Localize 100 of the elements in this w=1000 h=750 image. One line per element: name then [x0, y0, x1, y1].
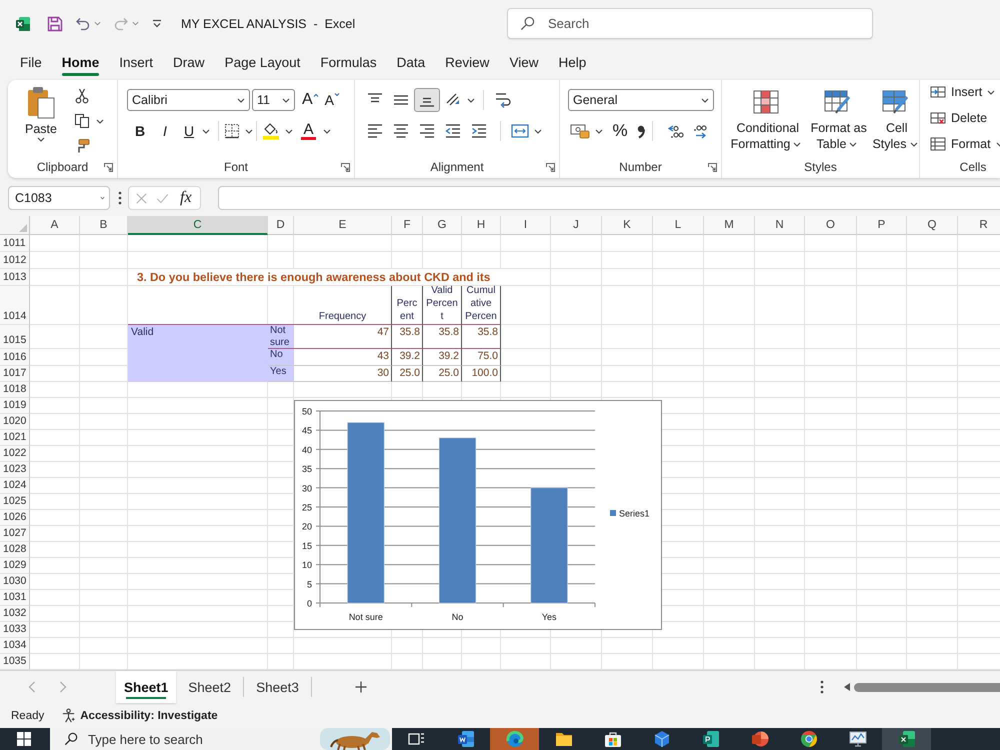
- row-header[interactable]: 1014: [0, 286, 30, 325]
- menu-tab[interactable]: Help: [548, 47, 596, 78]
- underline-button[interactable]: U: [177, 120, 215, 142]
- column-header[interactable]: J: [551, 216, 602, 235]
- menu-tab[interactable]: Review: [435, 47, 500, 78]
- start-icon[interactable]: [17, 732, 31, 746]
- bar[interactable]: [438, 438, 476, 604]
- row-header[interactable]: 1012: [0, 252, 30, 269]
- align-bottom-button[interactable]: [414, 88, 440, 112]
- insert-cells-button[interactable]: Insert: [930, 82, 1000, 102]
- column-header[interactable]: M: [704, 216, 755, 235]
- caret-icon[interactable]: [595, 128, 603, 134]
- accessibility-icon[interactable]: [61, 708, 76, 723]
- conditional-formatting-button[interactable]: Conditional Formatting: [730, 84, 802, 156]
- formula-field[interactable]: [218, 186, 1000, 210]
- row-header[interactable]: 1015: [0, 325, 30, 349]
- row-header[interactable]: 1022: [0, 446, 30, 462]
- row-header[interactable]: 1034: [0, 638, 30, 654]
- italic-button[interactable]: I: [153, 120, 177, 142]
- row-header[interactable]: 1035: [0, 654, 30, 670]
- row-header[interactable]: 1021: [0, 430, 30, 446]
- column-header[interactable]: R: [958, 216, 1000, 235]
- column-header[interactable]: C: [128, 216, 268, 235]
- save-icon[interactable]: [47, 16, 63, 32]
- caret-icon[interactable]: [285, 128, 293, 134]
- more-options-icon[interactable]: [820, 680, 824, 694]
- row-header[interactable]: 1013: [0, 269, 30, 286]
- sheet-tab[interactable]: Sheet2: [176, 677, 244, 697]
- sheet-tab[interactable]: Sheet3: [244, 677, 312, 697]
- bold-button[interactable]: B: [127, 120, 153, 142]
- row-header[interactable]: 1020: [0, 414, 30, 430]
- row-header[interactable]: 1011: [0, 235, 30, 252]
- horizontal-scrollbar[interactable]: [854, 682, 1000, 692]
- menu-tab[interactable]: Insert: [109, 47, 164, 78]
- shrink-font-button[interactable]: A: [324, 90, 340, 110]
- caret-icon[interactable]: [245, 128, 253, 134]
- menu-tab[interactable]: Data: [386, 47, 436, 78]
- row-header[interactable]: 1017: [0, 366, 30, 382]
- add-sheet-icon[interactable]: [354, 681, 367, 693]
- accessibility-status[interactable]: Accessibility: Investigate: [80, 710, 218, 722]
- font-size-dropdown[interactable]: 11: [252, 89, 295, 111]
- format-as-table-button[interactable]: Format as Table: [806, 84, 868, 156]
- column-header[interactable]: Q: [907, 216, 958, 235]
- column-header[interactable]: L: [653, 216, 704, 235]
- dialog-launcher-icon[interactable]: [708, 162, 717, 172]
- wrap-text-icon[interactable]: [494, 91, 512, 109]
- cell-styles-button[interactable]: Cell Styles: [872, 84, 918, 156]
- caret-icon[interactable]: [96, 118, 104, 124]
- column-header[interactable]: I: [501, 216, 551, 235]
- delete-cells-button[interactable]: Delete: [930, 108, 1000, 128]
- column-header[interactable]: G: [423, 216, 462, 235]
- column-header[interactable]: O: [805, 216, 857, 235]
- dialog-launcher-icon[interactable]: [546, 162, 555, 172]
- column-header[interactable]: A: [30, 216, 80, 235]
- name-box[interactable]: C1083: [8, 186, 110, 210]
- more-options-icon[interactable]: [118, 191, 122, 205]
- dialog-launcher-icon[interactable]: [341, 162, 350, 172]
- fill-color-icon[interactable]: [262, 122, 280, 140]
- paste-button[interactable]: Paste: [16, 84, 66, 156]
- row-header[interactable]: 1023: [0, 462, 30, 478]
- row-header[interactable]: 1031: [0, 590, 30, 606]
- insert-function-button[interactable]: fx: [180, 189, 192, 207]
- menu-tab[interactable]: Page Layout: [214, 47, 310, 78]
- dialog-launcher-icon[interactable]: [104, 162, 113, 172]
- row-header[interactable]: 1027: [0, 526, 30, 542]
- column-header[interactable]: F: [392, 216, 423, 235]
- customize-icon[interactable]: [151, 18, 163, 30]
- row-header[interactable]: 1024: [0, 478, 30, 494]
- taskbar-search-field[interactable]: Type here to search: [50, 728, 318, 750]
- row-header[interactable]: 1029: [0, 558, 30, 574]
- row-header[interactable]: 1025: [0, 494, 30, 510]
- align-left-icon[interactable]: [367, 123, 383, 139]
- bar[interactable]: [530, 488, 568, 604]
- merge-center-icon[interactable]: [511, 122, 529, 140]
- menu-tab[interactable]: File: [10, 47, 52, 78]
- menu-tab[interactable]: Formulas: [310, 47, 387, 78]
- sheet-tab[interactable]: Sheet1: [116, 671, 176, 703]
- scroll-left-icon[interactable]: [844, 683, 850, 691]
- search-field[interactable]: Search: [507, 8, 873, 39]
- column-header[interactable]: K: [602, 216, 653, 235]
- column-header[interactable]: D: [268, 216, 294, 235]
- grow-font-button[interactable]: A: [302, 90, 319, 110]
- align-center-icon[interactable]: [393, 123, 409, 139]
- bar-chart[interactable]: 0 5 10 15 20 25 30 35 40 45 50 Not sure No Yes Series1: [294, 400, 662, 630]
- font-color-button[interactable]: A: [297, 120, 335, 142]
- align-right-icon[interactable]: [419, 123, 435, 139]
- row-header[interactable]: 1018: [0, 382, 30, 398]
- column-header[interactable]: H: [462, 216, 501, 235]
- column-header[interactable]: B: [80, 216, 128, 235]
- borders-icon[interactable]: [224, 123, 240, 139]
- column-header[interactable]: N: [755, 216, 805, 235]
- caret-icon[interactable]: [467, 98, 475, 102]
- row-header[interactable]: 1032: [0, 606, 30, 622]
- menu-tab[interactable]: Draw: [163, 47, 215, 78]
- accounting-format-icon[interactable]: [570, 123, 590, 139]
- caret-icon[interactable]: [100, 196, 105, 200]
- number-format-dropdown[interactable]: General: [568, 89, 714, 111]
- font-name-dropdown[interactable]: Calibri: [127, 89, 250, 111]
- horse-icon[interactable]: [318, 728, 392, 750]
- row-header[interactable]: 1016: [0, 349, 30, 366]
